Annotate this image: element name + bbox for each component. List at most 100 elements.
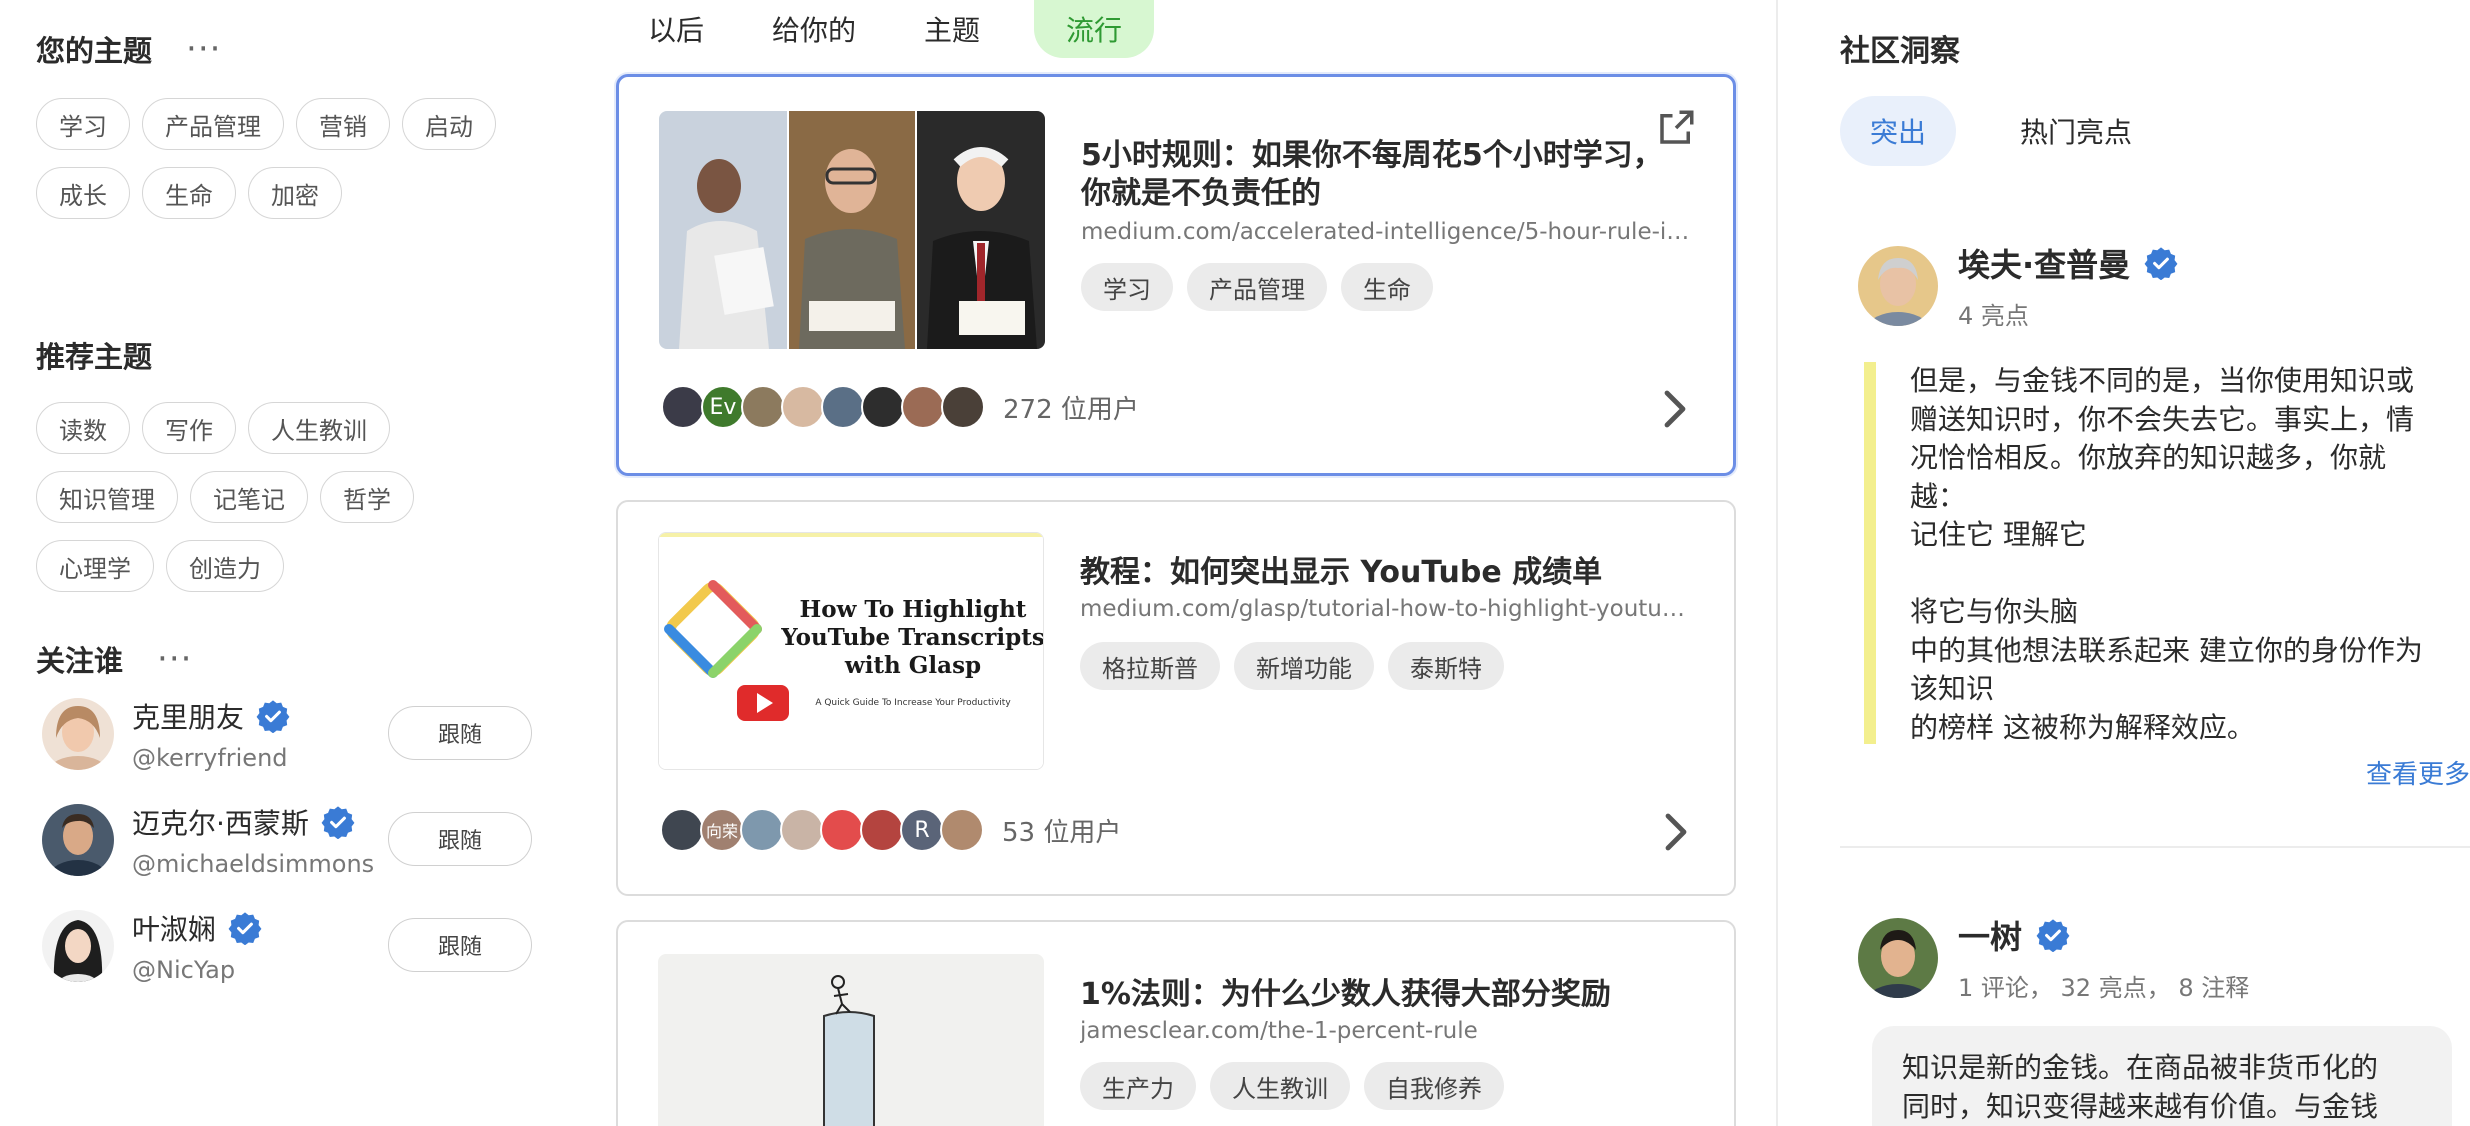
thumb-heading-line: YouTube Transcripts xyxy=(780,624,1044,651)
quote-line: 该知识 xyxy=(1910,672,1995,705)
topic-tag[interactable]: 营销 xyxy=(296,98,390,150)
topic-tag[interactable]: 记笔记 xyxy=(190,471,308,523)
article-thumbnail xyxy=(658,954,1044,1126)
quote-line: 的榜样 这被称为解释效应。 xyxy=(1910,710,2255,744)
topic-tag[interactable]: 创造力 xyxy=(166,540,284,592)
article-tag[interactable]: 人生教训 xyxy=(1210,1062,1350,1110)
article-card[interactable]: How To Highlight YouTube Transcripts wit… xyxy=(616,500,1736,896)
quote-line: 记住它 理解它 xyxy=(1910,518,2087,551)
article-title[interactable]: 5小时规则：如果你不每周花5个小时学习， 你就是不负责任的 xyxy=(1081,137,1693,213)
article-tag[interactable]: 泰斯特 xyxy=(1388,642,1504,690)
your-topics-header: 您的主题 ··· xyxy=(36,28,221,70)
article-tag[interactable]: 自我修养 xyxy=(1364,1062,1504,1110)
comment-line: 知识是新的金钱。在商品被非货币化的 xyxy=(1902,1051,2379,1084)
thumb-heading-line: How To Highlight xyxy=(800,596,1027,623)
quote-line: 越： xyxy=(1910,479,1967,513)
article-url[interactable]: jamesclear.com/the-1-percent-rule xyxy=(1080,1018,1694,1044)
tab-highlight[interactable]: 突出 xyxy=(1840,96,1957,166)
tab-for-you[interactable]: 给你的 xyxy=(738,0,890,58)
avatar[interactable] xyxy=(42,804,114,876)
topic-tag[interactable]: 成长 xyxy=(36,167,130,219)
chevron-right-icon[interactable] xyxy=(1664,812,1688,852)
topic-tag[interactable]: 启动 xyxy=(402,98,496,150)
who-to-follow-header: 关注谁 ··· xyxy=(36,638,192,680)
community-insights-title: 社区洞察 xyxy=(1840,34,1960,69)
topic-tag[interactable]: 写作 xyxy=(142,402,236,454)
topic-tag[interactable]: 哲学 xyxy=(320,471,414,523)
topic-tag[interactable]: 学习 xyxy=(36,98,130,150)
avatar[interactable] xyxy=(42,910,114,982)
user-name[interactable]: 叶淑娴 xyxy=(132,908,216,948)
reader-avatar xyxy=(940,808,984,852)
readers-row[interactable]: Ev 272 位用户 xyxy=(661,385,1139,429)
article-url[interactable]: medium.com/accelerated-intelligence/5-ho… xyxy=(1081,219,1693,245)
article-url[interactable]: medium.com/glasp/tutorial-how-to-highlig… xyxy=(1080,596,1694,622)
feed-tabs: 以后 给你的 主题 流行 xyxy=(614,0,1155,58)
quote-line xyxy=(1910,555,2454,594)
user-name[interactable]: 克里朋友 xyxy=(132,696,244,736)
topic-tag[interactable]: 人生教训 xyxy=(248,402,390,454)
reader-avatar xyxy=(660,808,704,852)
verified-badge-icon xyxy=(256,700,290,733)
follow-button[interactable]: 跟随 xyxy=(388,918,532,972)
article-thumbnail xyxy=(659,111,1045,349)
avatar[interactable] xyxy=(1858,245,1938,326)
chevron-right-icon[interactable] xyxy=(1663,389,1687,429)
verified-badge-icon xyxy=(321,806,355,839)
article-tag[interactable]: 新增功能 xyxy=(1234,642,1374,690)
see-more-link[interactable]: 查看更多 xyxy=(2366,754,2470,791)
reader-avatar: 向荣 xyxy=(700,808,744,852)
article-tag[interactable]: 学习 xyxy=(1081,263,1173,311)
article-title[interactable]: 1%法则：为什么少数人获得大部分奖励 xyxy=(1080,976,1694,1014)
article-tags: 学习 产品管理 生命 xyxy=(1081,263,1433,311)
insight-author-name[interactable]: 一树 xyxy=(1958,912,2022,958)
tab-popular-highlights[interactable]: 热门亮点 xyxy=(1990,96,2162,166)
your-topics-menu-icon[interactable]: ··· xyxy=(186,32,221,66)
topic-tag[interactable]: 加密 xyxy=(248,167,342,219)
topic-tag[interactable]: 读数 xyxy=(36,402,130,454)
quote-line: 但是，与金钱不同的是，当你使用知识或 xyxy=(1910,364,2415,397)
who-to-follow-title: 关注谁 xyxy=(36,644,124,678)
quote-line: 中的其他想法联系起来 建立你的身份作为 xyxy=(1910,633,2423,667)
article-thumbnail: How To Highlight YouTube Transcripts wit… xyxy=(658,532,1044,770)
reader-avatar xyxy=(661,385,705,429)
insight-divider xyxy=(1840,846,2470,848)
topic-tag[interactable]: 生命 xyxy=(142,167,236,219)
article-tag[interactable]: 生命 xyxy=(1341,263,1433,311)
topic-tag[interactable]: 产品管理 xyxy=(142,98,284,150)
tab-later[interactable]: 以后 xyxy=(614,0,738,58)
avatar[interactable] xyxy=(42,698,114,770)
follow-user-row: 迈克尔·西蒙斯 @michaeldsimmons 跟随 xyxy=(42,800,532,880)
your-topics-title: 您的主题 xyxy=(36,34,153,68)
tab-topics[interactable]: 主题 xyxy=(890,0,1014,58)
user-name[interactable]: 迈克尔·西蒙斯 xyxy=(132,802,309,842)
reader-avatar xyxy=(821,385,865,429)
article-title-line: 教程：如何突出显示 YouTube 成绩单 xyxy=(1080,555,1603,590)
article-card[interactable]: 1%法则：为什么少数人获得大部分奖励 jamesclear.com/the-1-… xyxy=(616,920,1736,1126)
follow-user-row: 叶淑娴 @NicYap 跟随 xyxy=(42,906,532,986)
highlight-quote: 但是，与金钱不同的是，当你使用知识或 赠送知识时，你不会失去它。事实上，情 况恰… xyxy=(1864,362,2454,744)
topic-tag[interactable]: 知识管理 xyxy=(36,471,178,523)
readers-row[interactable]: 向荣 R 53 位用户 xyxy=(660,808,1121,852)
thumb-subtitle: A Quick Guide To Increase Your Productiv… xyxy=(815,698,1011,708)
follow-button[interactable]: 跟随 xyxy=(388,812,532,866)
insight-author-info: 一树 1 评论， 32 亮点， 8 注释 xyxy=(1958,912,2249,1003)
reader-avatar xyxy=(901,385,945,429)
insight-author-name[interactable]: 埃夫·查普曼 xyxy=(1958,240,2130,286)
verified-badge-icon xyxy=(228,912,262,945)
tab-trending[interactable]: 流行 xyxy=(1034,0,1155,58)
follow-button[interactable]: 跟随 xyxy=(388,706,532,760)
article-card[interactable]: 5小时规则：如果你不每周花5个小时学习， 你就是不负责任的 medium.com… xyxy=(616,74,1736,476)
article-tag[interactable]: 产品管理 xyxy=(1187,263,1327,311)
article-tag[interactable]: 格拉斯普 xyxy=(1080,642,1220,690)
article-title[interactable]: 教程：如何突出显示 YouTube 成绩单 xyxy=(1080,554,1694,592)
who-to-follow-menu-icon[interactable]: ··· xyxy=(157,642,192,676)
insight-author: 一树 1 评论， 32 亮点， 8 注释 xyxy=(1858,912,2249,1003)
topic-tag[interactable]: 心理学 xyxy=(36,540,154,592)
avatar[interactable] xyxy=(1858,917,1938,998)
article-tag[interactable]: 生产力 xyxy=(1080,1062,1196,1110)
reader-avatar xyxy=(780,808,824,852)
reader-avatar xyxy=(820,808,864,852)
article-title-line: 1%法则：为什么少数人获得大部分奖励 xyxy=(1080,977,1611,1012)
thumb-heading-line: with Glasp xyxy=(844,652,981,679)
